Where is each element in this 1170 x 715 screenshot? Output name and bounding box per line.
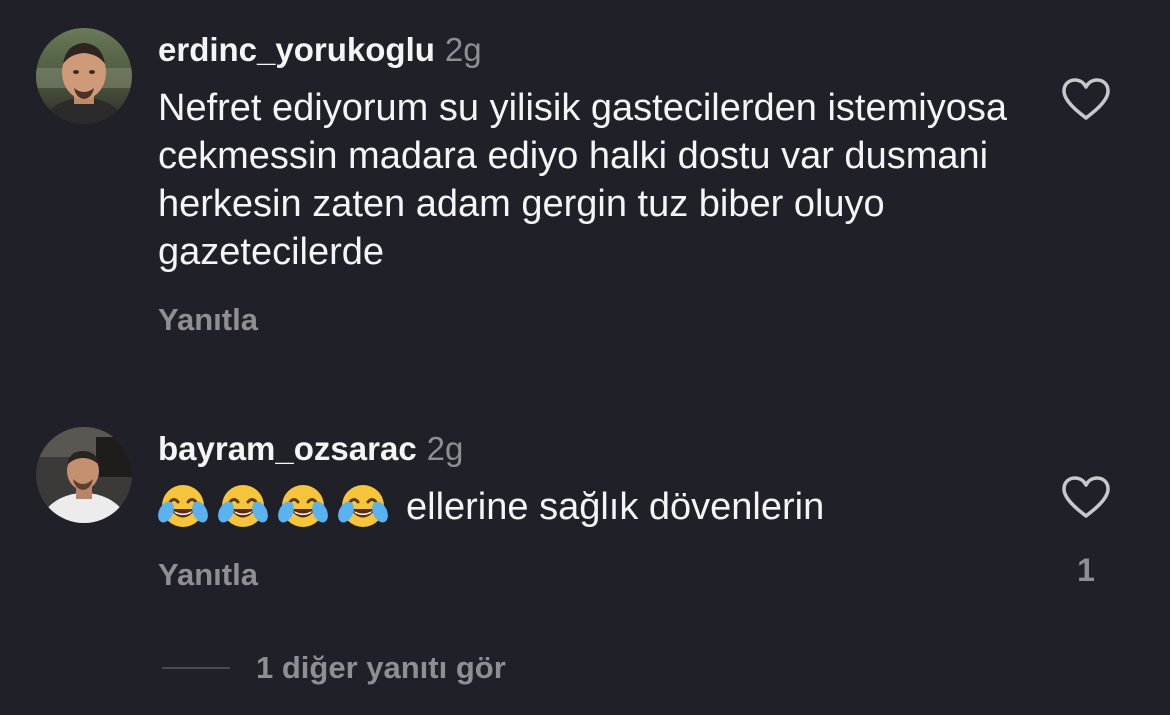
reply-button[interactable]: Yanıtla	[158, 557, 258, 593]
avatar[interactable]	[36, 427, 132, 523]
face-with-tears-of-joy-emoji	[158, 485, 208, 527]
timestamp: 2g	[426, 430, 464, 467]
comment: bayram_ozsarac 2g ellerine sağlık dövenl…	[0, 0, 1170, 715]
face-with-tears-of-joy-emoji	[218, 485, 268, 527]
comment-header: bayram_ozsarac 2g	[158, 429, 463, 469]
view-more-replies-button[interactable]: 1 diğer yanıtı gör	[162, 648, 506, 688]
username[interactable]: bayram_ozsarac	[158, 430, 417, 467]
divider	[162, 667, 230, 669]
comment-message: ellerine sağlık dövenlerin	[406, 486, 825, 528]
face-with-tears-of-joy-emoji	[278, 485, 328, 527]
like-count: 1	[1077, 552, 1095, 588]
face-with-tears-of-joy-emoji	[338, 485, 388, 527]
comment-text: ellerine sağlık dövenlerin	[158, 482, 1018, 532]
view-more-replies-label: 1 diğer yanıtı gör	[256, 650, 506, 685]
heart-outline-icon[interactable]	[1060, 474, 1112, 520]
